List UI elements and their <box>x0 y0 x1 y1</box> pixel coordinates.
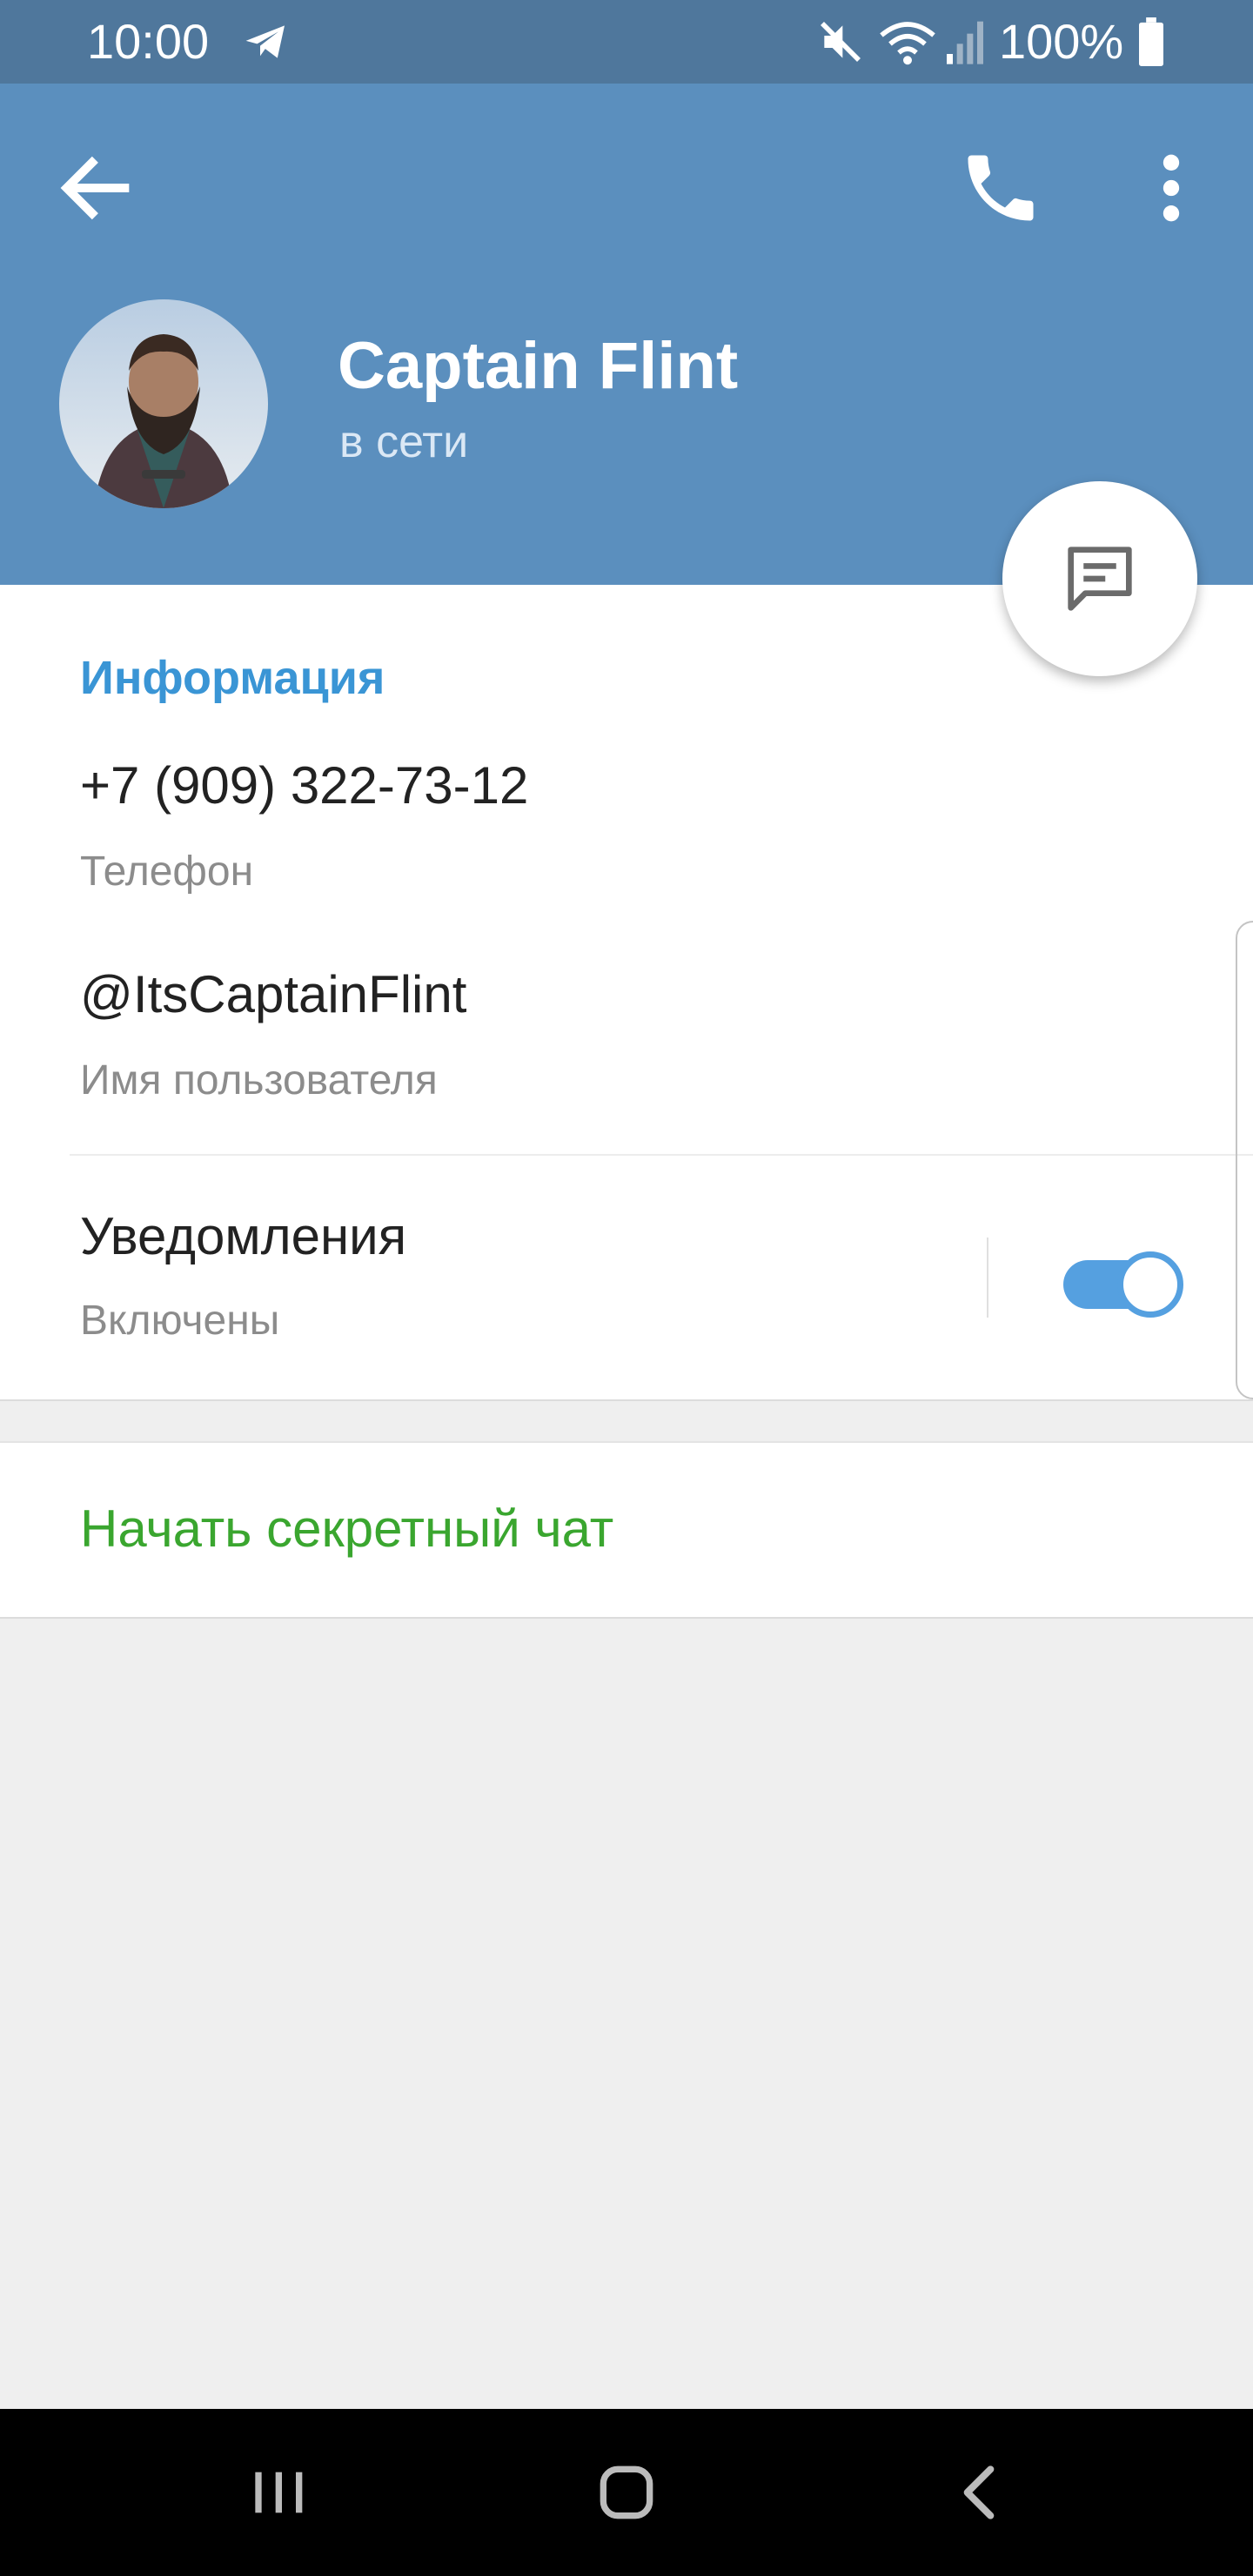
start-secret-chat-button[interactable]: Начать секретный чат <box>80 1497 613 1561</box>
section-title-info: Информация <box>80 652 385 704</box>
more-vert-icon[interactable] <box>1128 144 1215 231</box>
status-bar: 10:00 100% <box>0 0 1253 84</box>
chat-bubble-icon <box>1068 547 1132 611</box>
nav-back-icon[interactable] <box>944 2458 1014 2527</box>
notifications-toggle[interactable] <box>1060 1251 1183 1318</box>
phone-number[interactable]: +7 (909) 322-73-12 <box>80 754 528 818</box>
status-time: 10:00 <box>87 14 210 69</box>
battery-percent: 100% <box>999 14 1124 69</box>
avatar[interactable] <box>59 299 268 508</box>
back-arrow-icon[interactable] <box>52 144 139 231</box>
home-icon[interactable] <box>592 2458 661 2527</box>
online-status: в сети <box>339 417 469 467</box>
divider <box>70 1154 1253 1156</box>
system-nav-bar <box>0 2409 1253 2576</box>
username[interactable]: @ItsCaptainFlint <box>80 963 466 1027</box>
toggle-knob <box>1117 1251 1183 1318</box>
signal-icon <box>947 21 983 64</box>
secret-chat-section: Начать секретный чат <box>0 1441 1253 1619</box>
avatar-photo <box>59 299 268 508</box>
battery-icon <box>1139 17 1163 66</box>
scroll-indicator <box>1236 921 1253 1399</box>
info-section: Информация +7 (909) 322-73-12 Телефон @I… <box>0 585 1253 1401</box>
contact-name: Captain Flint <box>338 329 739 403</box>
recents-icon[interactable] <box>244 2458 313 2527</box>
phone-icon[interactable] <box>957 144 1044 231</box>
notifications-state: Включены <box>80 1298 280 1344</box>
notifications-title[interactable]: Уведомления <box>80 1204 406 1269</box>
send-message-button[interactable] <box>1002 481 1197 676</box>
telegram-icon <box>245 25 285 58</box>
wifi-icon <box>880 22 935 65</box>
username-label: Имя пользователя <box>80 1057 438 1104</box>
phone-label: Телефон <box>80 849 254 895</box>
vertical-divider <box>987 1238 988 1318</box>
mute-icon <box>821 22 861 62</box>
